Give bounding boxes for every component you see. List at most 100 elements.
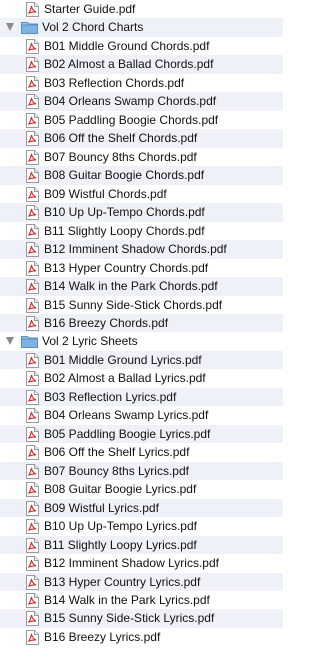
pdf-file-icon — [26, 149, 39, 165]
disclosure-triangle-expanded-icon[interactable] — [6, 337, 14, 346]
folder-icon — [21, 336, 38, 349]
file-row[interactable]: B04 Orleans Swamp Lyrics.pdf — [0, 406, 283, 424]
file-name: B05 Paddling Boogie Lyrics.pdf — [44, 426, 211, 441]
pdf-file-icon — [26, 389, 39, 405]
pdf-file-icon — [26, 352, 39, 368]
file-row[interactable]: B06 Off the Shelf Lyrics.pdf — [0, 443, 283, 461]
file-row[interactable]: B08 Guitar Boogie Lyrics.pdf — [0, 480, 283, 498]
file-row[interactable]: B03 Reflection Lyrics.pdf — [0, 387, 283, 407]
pdf-file-icon — [26, 168, 39, 184]
folder-name: Vol 2 Lyric Sheets — [42, 334, 138, 349]
file-name: B11 Slightly Loopy Chords.pdf — [44, 223, 205, 238]
file-name: B16 Breezy Chords.pdf — [44, 315, 169, 330]
file-name: B04 Orleans Swamp Lyrics.pdf — [44, 408, 209, 423]
pdf-file-icon — [26, 556, 39, 572]
file-row[interactable]: B07 Bouncy 8ths Chords.pdf — [0, 148, 283, 166]
file-name: B12 Imminent Shadow Chords.pdf — [44, 242, 227, 257]
pdf-file-icon — [26, 94, 39, 110]
file-row[interactable]: B12 Imminent Shadow Lyrics.pdf — [0, 554, 283, 572]
file-row[interactable]: B10 Up Up-Tempo Lyrics.pdf — [0, 517, 283, 535]
pdf-file-icon — [26, 242, 39, 258]
file-name: B01 Middle Ground Lyrics.pdf — [44, 352, 202, 367]
pdf-file-icon — [26, 593, 39, 608]
file-name: B09 Wistful Chords.pdf — [44, 186, 167, 201]
file-row-starter-guide[interactable]: Starter Guide.pdf — [0, 0, 283, 18]
pdf-file-icon — [26, 131, 39, 147]
pdf-file-icon — [26, 315, 39, 331]
file-name: B12 Imminent Shadow Lyrics.pdf — [44, 556, 219, 571]
pdf-file-icon — [26, 500, 39, 516]
file-row[interactable]: B11 Slightly Loopy Lyrics.pdf — [0, 535, 283, 555]
file-name: B10 Up Up-Tempo Lyrics.pdf — [44, 519, 197, 534]
file-row[interactable]: B13 Hyper Country Chords.pdf — [0, 259, 283, 277]
file-row[interactable]: B01 Middle Ground Lyrics.pdf — [0, 350, 283, 370]
file-name: B13 Hyper Country Lyrics.pdf — [44, 574, 201, 589]
file-name: B13 Hyper Country Chords.pdf — [44, 260, 209, 275]
folder-row-chord-charts[interactable]: Vol 2 Chord Charts — [0, 18, 283, 37]
file-name: B06 Off the Shelf Chords.pdf — [44, 131, 198, 146]
pdf-file-icon — [26, 223, 39, 239]
file-name: B04 Orleans Swamp Chords.pdf — [44, 94, 217, 109]
file-row[interactable]: B11 Slightly Loopy Chords.pdf — [0, 222, 283, 240]
file-row[interactable]: B15 Sunny Side-Stick Chords.pdf — [0, 296, 283, 314]
pdf-file-icon — [26, 112, 39, 128]
file-row[interactable]: B03 Reflection Chords.pdf — [0, 74, 283, 92]
file-row[interactable]: B09 Wistful Chords.pdf — [0, 185, 283, 203]
file-name: B03 Reflection Chords.pdf — [44, 75, 185, 90]
file-name: B07 Bouncy 8ths Chords.pdf — [44, 149, 197, 164]
file-name: B05 Paddling Boogie Chords.pdf — [44, 112, 219, 127]
file-row[interactable]: B02 Almost a Ballad Chords.pdf — [0, 55, 283, 74]
file-row[interactable]: B06 Off the Shelf Chords.pdf — [0, 129, 283, 148]
pdf-file-icon — [26, 57, 39, 73]
folder-row-lyric-sheets[interactable]: Vol 2 Lyric Sheets — [0, 332, 283, 350]
file-name: B14 Walk in the Park Lyrics.pdf — [44, 593, 210, 607]
file-row[interactable]: B14 Walk in the Park Chords.pdf — [0, 277, 283, 296]
pdf-file-icon — [26, 445, 39, 461]
file-name: B07 Bouncy 8ths Lyrics.pdf — [44, 463, 189, 478]
pdf-file-icon — [26, 463, 39, 479]
file-name: B09 Wistful Lyrics.pdf — [44, 500, 159, 515]
file-row[interactable]: B14 Walk in the Park Lyrics.pdf — [0, 591, 283, 609]
pdf-file-icon — [26, 426, 39, 442]
file-name: B15 Sunny Side-Stick Chords.pdf — [44, 297, 223, 312]
file-name: Starter Guide.pdf — [44, 2, 136, 16]
file-name: B15 Sunny Side-Stick Lyrics.pdf — [44, 611, 215, 626]
file-name: B14 Walk in the Park Chords.pdf — [44, 279, 218, 294]
disclosure-triangle-expanded-icon[interactable] — [6, 23, 14, 32]
file-name: B10 Up Up-Tempo Chords.pdf — [44, 205, 205, 220]
file-row[interactable]: B10 Up Up-Tempo Chords.pdf — [0, 203, 283, 222]
file-row[interactable]: B09 Wistful Lyrics.pdf — [0, 498, 283, 518]
file-name: B06 Off the Shelf Lyrics.pdf — [44, 445, 190, 460]
pdf-file-icon — [26, 75, 39, 91]
file-name: B03 Reflection Lyrics.pdf — [44, 389, 177, 404]
file-row[interactable]: B15 Sunny Side-Stick Lyrics.pdf — [0, 609, 283, 628]
file-tree: Starter Guide.pdf Vol 2 Chord Charts B01… — [0, 0, 283, 646]
file-name: B02 Almost a Ballad Lyrics.pdf — [44, 371, 206, 386]
pdf-file-icon — [26, 279, 39, 295]
pdf-file-icon — [26, 38, 39, 54]
pdf-file-icon — [26, 629, 39, 645]
file-row[interactable]: B07 Bouncy 8ths Lyrics.pdf — [0, 461, 283, 481]
folder-name: Vol 2 Chord Charts — [42, 20, 144, 35]
pdf-file-icon — [26, 408, 39, 424]
file-row[interactable]: B12 Imminent Shadow Chords.pdf — [0, 240, 283, 259]
file-name: B02 Almost a Ballad Chords.pdf — [44, 57, 214, 72]
pdf-file-icon — [26, 482, 39, 498]
file-row[interactable]: B13 Hyper Country Lyrics.pdf — [0, 572, 283, 591]
pdf-file-icon — [26, 574, 39, 590]
file-name: B11 Slightly Loopy Lyrics.pdf — [44, 537, 197, 552]
file-name: B01 Middle Ground Chords.pdf — [44, 38, 210, 53]
file-row[interactable]: B04 Orleans Swamp Chords.pdf — [0, 92, 283, 111]
file-row[interactable]: B02 Almost a Ballad Lyrics.pdf — [0, 369, 283, 387]
file-row[interactable]: B16 Breezy Lyrics.pdf — [0, 628, 283, 646]
pdf-file-icon — [26, 2, 39, 17]
file-row[interactable]: B01 Middle Ground Chords.pdf — [0, 37, 283, 55]
pdf-file-icon — [26, 611, 39, 627]
pdf-file-icon — [26, 371, 39, 387]
pdf-file-icon — [26, 186, 39, 202]
file-row[interactable]: B16 Breezy Chords.pdf — [0, 313, 283, 333]
folder-icon — [21, 22, 38, 35]
file-row[interactable]: B05 Paddling Boogie Chords.pdf — [0, 111, 283, 129]
file-row[interactable]: B08 Guitar Boogie Chords.pdf — [0, 166, 283, 185]
file-row[interactable]: B05 Paddling Boogie Lyrics.pdf — [0, 424, 283, 444]
